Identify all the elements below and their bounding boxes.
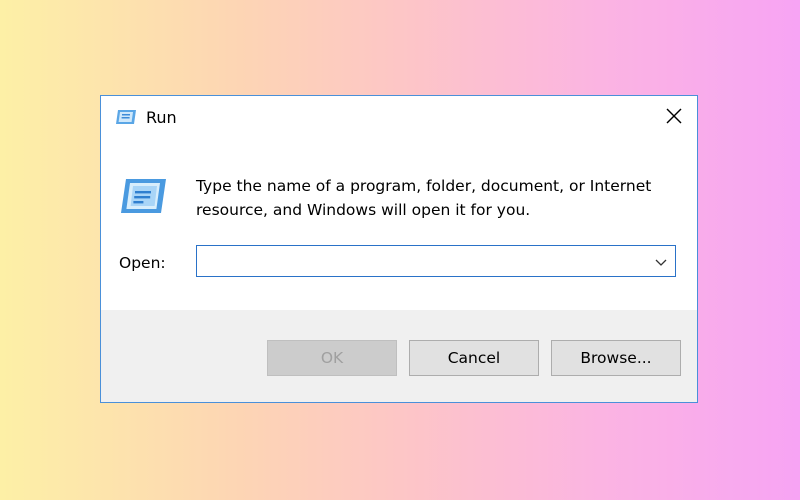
run-icon bbox=[119, 176, 167, 216]
window-title: Run bbox=[146, 108, 177, 127]
close-icon bbox=[666, 108, 682, 128]
title-bar: Run bbox=[101, 96, 697, 140]
button-bar: OK Cancel Browse... bbox=[101, 310, 697, 402]
close-button[interactable] bbox=[651, 96, 697, 140]
run-dialog: Run Type the name of a program, folder, … bbox=[100, 95, 698, 403]
browse-button[interactable]: Browse... bbox=[551, 340, 681, 376]
instruction-text: Type the name of a program, folder, docu… bbox=[196, 177, 652, 219]
chevron-down-icon bbox=[655, 252, 667, 271]
open-label: Open: bbox=[119, 254, 166, 272]
cancel-button[interactable]: Cancel bbox=[409, 340, 539, 376]
open-input[interactable] bbox=[197, 246, 647, 276]
open-combobox[interactable] bbox=[196, 245, 676, 277]
run-icon bbox=[115, 108, 137, 126]
dialog-body: Type the name of a program, folder, docu… bbox=[101, 140, 697, 310]
dropdown-button[interactable] bbox=[647, 246, 675, 276]
ok-button[interactable]: OK bbox=[267, 340, 397, 376]
